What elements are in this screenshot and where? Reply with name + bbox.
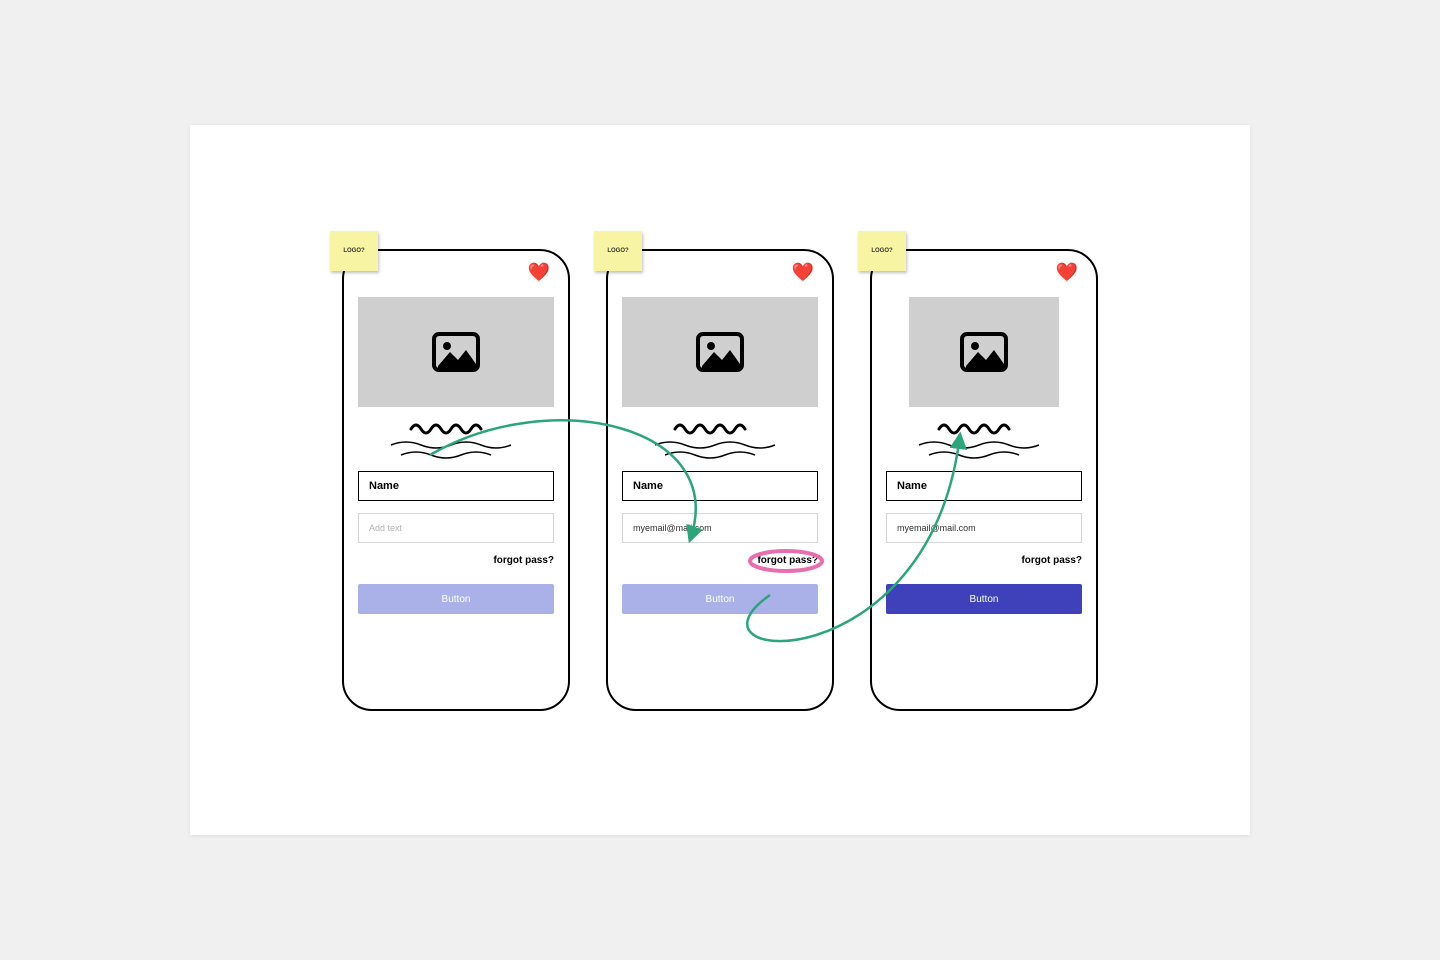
picture-icon [696,332,744,372]
email-input[interactable]: myemail@mail.com [886,513,1082,543]
submit-button[interactable]: Button [886,584,1082,614]
forgot-password-link[interactable]: forgot pass? [622,555,818,566]
forgot-password-link[interactable]: forgot pass? [358,555,554,566]
phone-frame-2: LOGO? ❤️ Name myemail@mail.com forgot pa… [606,249,834,711]
wireframe-canvas: LOGO? ❤️ Name Add text forgot pass? Butt… [190,125,1250,835]
submit-button[interactable]: Button [358,584,554,614]
image-placeholder [622,297,818,407]
sticky-note[interactable]: LOGO? [858,231,906,271]
picture-icon [960,332,1008,372]
sticky-note[interactable]: LOGO? [594,231,642,271]
highlight-circle [746,549,826,573]
email-input[interactable]: Add text [358,513,554,543]
heart-icon[interactable]: ❤️ [528,263,550,281]
phone-frame-1: LOGO? ❤️ Name Add text forgot pass? Butt… [342,249,570,711]
name-input[interactable]: Name [358,471,554,501]
email-input[interactable]: myemail@mail.com [622,513,818,543]
forgot-password-link[interactable]: forgot pass? [886,555,1082,566]
image-placeholder [909,297,1059,407]
handwriting-scribble [381,421,531,461]
submit-button[interactable]: Button [622,584,818,614]
name-input[interactable]: Name [622,471,818,501]
picture-icon [432,332,480,372]
sticky-note[interactable]: LOGO? [330,231,378,271]
image-placeholder [358,297,554,407]
heart-icon[interactable]: ❤️ [1056,263,1078,281]
handwriting-scribble [645,421,795,461]
name-input[interactable]: Name [886,471,1082,501]
phone-frame-3: LOGO? ❤️ Name myemail@mail.com forgot pa… [870,249,1098,711]
heart-icon[interactable]: ❤️ [792,263,814,281]
handwriting-scribble [909,421,1059,461]
